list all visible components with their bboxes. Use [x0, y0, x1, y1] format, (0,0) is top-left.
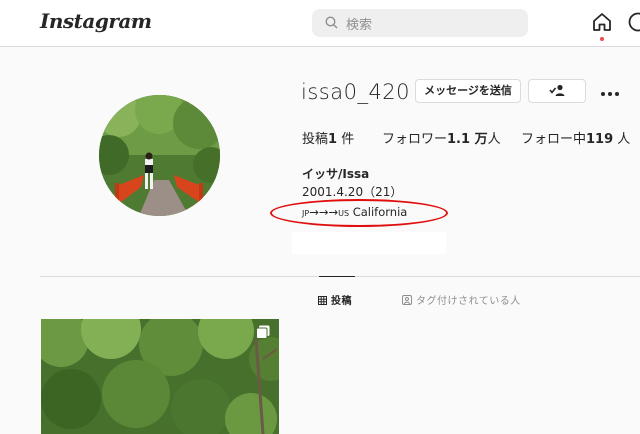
- grid-icon: [318, 296, 327, 305]
- tag-icon: [402, 295, 412, 305]
- search-placeholder: 検索: [346, 18, 373, 33]
- followers-count[interactable]: フォロワー1.1 万人: [382, 128, 501, 147]
- profile-full-name: イッサ/Issa: [302, 167, 370, 181]
- top-navigation-bar: Instagram ⌵ 検索: [0, 0, 640, 47]
- red-highlight-annotation: [270, 199, 448, 227]
- posts-count: 投稿1 件: [302, 132, 355, 147]
- active-tab-indicator: [319, 276, 355, 277]
- person-check-icon: [549, 84, 565, 96]
- send-message-button[interactable]: メッセージを送信: [415, 79, 521, 103]
- following-count[interactable]: フォロー中119 人: [521, 128, 630, 147]
- notification-dot: [600, 37, 604, 41]
- more-options-button[interactable]: [600, 84, 620, 96]
- post-thumbnail[interactable]: [41, 319, 279, 434]
- bio-birthday: 2001.4.20（21）: [302, 185, 403, 199]
- multiple-posts-icon: [256, 325, 270, 339]
- search-input[interactable]: 検索: [312, 9, 528, 37]
- following-status-button[interactable]: [528, 79, 586, 103]
- search-icon: [325, 16, 338, 29]
- chevron-down-icon[interactable]: ⌵: [130, 12, 139, 27]
- more-icon: [601, 92, 619, 96]
- profile-avatar[interactable]: [99, 95, 220, 216]
- tab-posts[interactable]: 投稿: [318, 292, 352, 307]
- explore-icon[interactable]: [628, 12, 640, 32]
- profile-username: issa0_420: [301, 80, 411, 104]
- tab-tagged[interactable]: タグ付けされている人: [402, 292, 521, 307]
- home-icon[interactable]: [592, 12, 612, 32]
- redacted-area: [292, 232, 446, 254]
